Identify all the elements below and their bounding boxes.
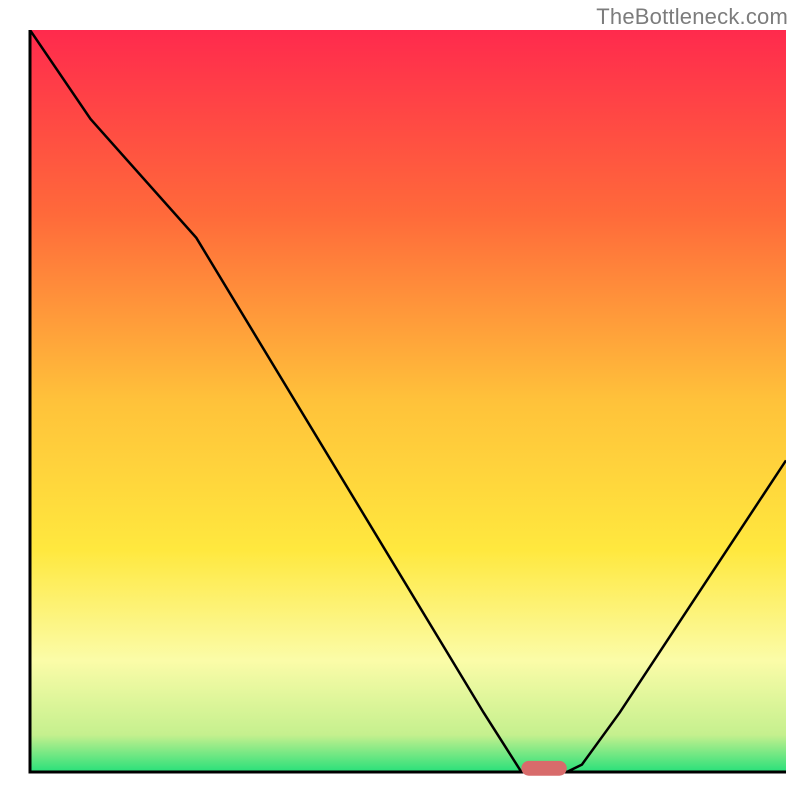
bottleneck-chart [0,0,800,800]
chart-container: { "attribution": "TheBottleneck.com", "c… [0,0,800,800]
plot-background [30,30,786,772]
optimum-marker [521,761,566,776]
